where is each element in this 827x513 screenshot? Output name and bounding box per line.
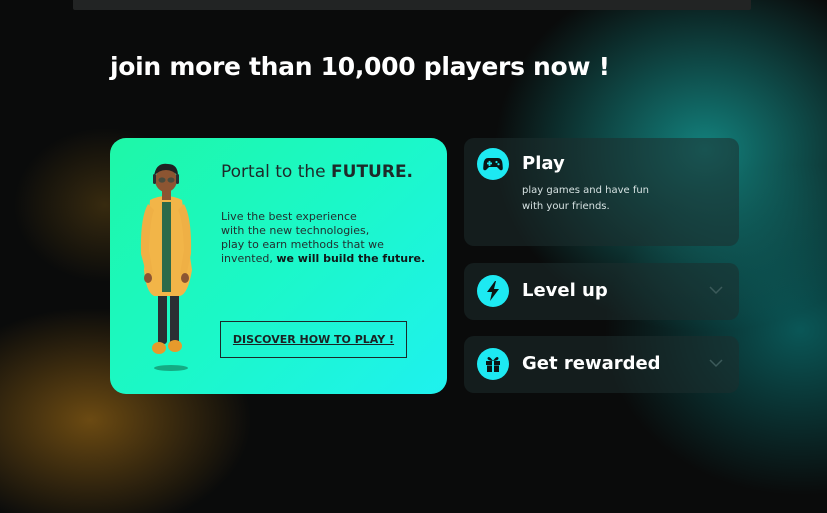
discover-how-to-play-button[interactable]: DISCOVER HOW TO PLAY !: [220, 321, 407, 358]
page-headline: join more than 10,000 players now !: [110, 52, 610, 81]
chevron-down-icon[interactable]: [709, 358, 723, 368]
promo-title: Portal to the FUTURE.: [221, 162, 441, 182]
feature-title-level-up: Level up: [522, 280, 608, 301]
promo-description: Live the best experience with the new tec…: [221, 210, 441, 266]
feature-card-play[interactable]: Play play games and have fun with your fr…: [464, 138, 739, 246]
feature-desc-line: with your friends.: [522, 201, 610, 212]
promo-card: Portal to the FUTURE. Live the best expe…: [110, 138, 447, 394]
chevron-down-icon[interactable]: [709, 285, 723, 295]
character-avatar-illustration: [140, 163, 192, 371]
promo-body-line: invented,: [221, 252, 277, 265]
lightning-icon: [477, 275, 509, 307]
promo-body-line: with the new technologies,: [221, 224, 370, 237]
promo-title-prefix: Portal to the: [221, 162, 332, 182]
feature-desc-line: play games and have fun: [522, 185, 650, 196]
promo-body-line: play to earn methods that we: [221, 238, 384, 251]
promo-body-line: Live the best experience: [221, 210, 357, 223]
feature-card-level-up[interactable]: Level up: [464, 263, 739, 320]
gamepad-icon: [477, 148, 509, 180]
feature-title-play: Play: [522, 153, 565, 174]
gift-icon: [477, 348, 509, 380]
promo-body-bold: we will build the future.: [276, 252, 426, 265]
feature-title-get-rewarded: Get rewarded: [522, 353, 661, 374]
feature-description-play: play games and have fun with your friends…: [522, 183, 682, 215]
feature-card-get-rewarded[interactable]: Get rewarded: [464, 336, 739, 393]
top-nav-bar: [73, 0, 751, 10]
promo-title-bold: FUTURE.: [331, 162, 414, 182]
